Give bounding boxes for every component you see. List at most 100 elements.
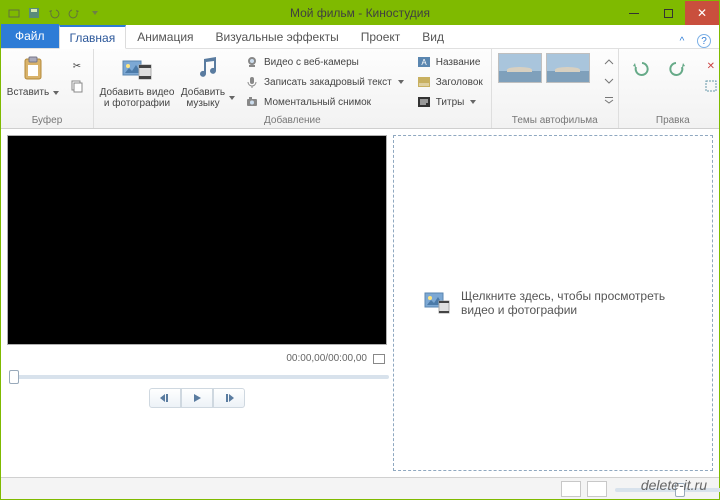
- caption-label: Заголовок: [436, 77, 483, 88]
- cut-button[interactable]: ✂: [65, 57, 89, 75]
- preview-pane: 00:00,00/00:00,00: [7, 135, 387, 471]
- select-all-button[interactable]: [699, 77, 720, 95]
- qat-undo-icon[interactable]: [45, 4, 63, 22]
- add-music-button[interactable]: Добавить музыку: [180, 51, 236, 109]
- group-label-edit: Правка: [623, 114, 720, 128]
- rotate-left-button[interactable]: [623, 51, 657, 85]
- qat-dropdown-icon[interactable]: [85, 4, 103, 22]
- view-timeline-button[interactable]: [587, 481, 607, 497]
- chevron-down-icon: [53, 91, 59, 95]
- webcam-button[interactable]: Видео с веб-камеры: [240, 53, 408, 71]
- collapse-ribbon-icon[interactable]: ^: [675, 34, 689, 48]
- copy-icon: [69, 78, 85, 94]
- titles-button[interactable]: Титры: [412, 93, 487, 111]
- fullscreen-icon[interactable]: [373, 354, 385, 364]
- theme-gallery[interactable]: [496, 51, 600, 85]
- tab-animation[interactable]: Анимация: [126, 24, 204, 48]
- clipboard-icon: [17, 53, 49, 85]
- webcam-label: Видео с веб-камеры: [264, 57, 359, 68]
- maximize-button[interactable]: [651, 1, 685, 25]
- select-all-icon: [703, 78, 719, 94]
- video-preview[interactable]: [7, 135, 387, 345]
- chevron-down-icon: [398, 80, 404, 84]
- time-display: 00:00,00/00:00,00: [286, 353, 367, 364]
- caption-icon: [416, 74, 432, 90]
- ribbon-group-buffer: Вставить ✂ Буфер: [1, 49, 94, 128]
- ribbon-group-edit: ✕ Правка: [619, 49, 720, 128]
- gallery-down-button[interactable]: [604, 72, 614, 90]
- gallery-more-button[interactable]: [604, 91, 614, 109]
- file-tab[interactable]: Файл: [1, 24, 59, 48]
- tab-view[interactable]: Вид: [411, 24, 455, 48]
- snapshot-label: Моментальный снимок: [264, 97, 371, 108]
- add-media-button[interactable]: Добавить видео и фотографии: [98, 51, 176, 109]
- ribbon-group-themes: Темы автофильма: [492, 49, 619, 128]
- prev-frame-button[interactable]: [149, 388, 181, 408]
- rotate-left-icon: [624, 53, 656, 85]
- paste-button[interactable]: Вставить: [5, 51, 61, 98]
- delete-icon: ✕: [703, 58, 719, 74]
- time-bar: 00:00,00/00:00,00: [7, 351, 387, 364]
- tab-home[interactable]: Главная: [59, 25, 127, 49]
- camera-icon: [244, 94, 260, 110]
- snapshot-button[interactable]: Моментальный снимок: [240, 93, 408, 111]
- add-music-label: Добавить музыку: [181, 87, 225, 109]
- tabrow-right: ^ ?: [675, 34, 719, 48]
- name-label: Название: [436, 57, 481, 68]
- group-label-themes: Темы автофильма: [496, 114, 614, 128]
- webcam-icon: [244, 54, 260, 70]
- copy-button[interactable]: [65, 77, 89, 95]
- music-note-icon: [192, 53, 224, 85]
- app-window: Мой фильм - Киностудия ✕ Файл Главная Ан…: [0, 0, 720, 500]
- window-controls: ✕: [617, 1, 719, 25]
- chevron-down-icon: [229, 96, 235, 100]
- title-icon: A: [416, 54, 432, 70]
- tab-project[interactable]: Проект: [350, 24, 412, 48]
- gallery-up-button[interactable]: [604, 53, 614, 71]
- group-label-buffer: Буфер: [5, 114, 89, 128]
- seek-slider[interactable]: [7, 370, 387, 382]
- theme-thumb[interactable]: [498, 53, 542, 83]
- rotate-right-icon: [662, 53, 694, 85]
- help-icon[interactable]: ?: [697, 34, 711, 48]
- status-bar: [1, 477, 719, 499]
- storyboard-pane[interactable]: Щелкните здесь, чтобы просмотреть видео …: [393, 135, 713, 471]
- title-bar: Мой фильм - Киностудия ✕: [1, 1, 719, 25]
- next-frame-button[interactable]: [213, 388, 245, 408]
- delete-button[interactable]: ✕: [699, 57, 720, 75]
- ribbon-tabs: Файл Главная Анимация Визуальные эффекты…: [1, 25, 719, 49]
- qat-open-icon[interactable]: [5, 4, 23, 22]
- voiceover-button[interactable]: Записать закадровый текст: [240, 73, 408, 91]
- playback-controls: [7, 388, 387, 408]
- ribbon-group-add: Добавить видео и фотографии Добавить муз…: [94, 49, 492, 128]
- qat-save-icon[interactable]: [25, 4, 43, 22]
- rotate-right-button[interactable]: [661, 51, 695, 85]
- svg-text:A: A: [421, 58, 427, 67]
- workspace: 00:00,00/00:00,00 Щелкните здесь, чтобы …: [1, 129, 719, 477]
- qat-redo-icon[interactable]: [65, 4, 83, 22]
- play-button[interactable]: [181, 388, 213, 408]
- voiceover-label: Записать закадровый текст: [264, 77, 392, 88]
- add-media-hint-icon: [423, 289, 451, 317]
- titles-label: Титры: [436, 97, 465, 108]
- add-media-icon: [121, 53, 153, 85]
- caption-button[interactable]: Заголовок: [412, 73, 487, 91]
- view-storyboard-button[interactable]: [561, 481, 581, 497]
- group-label-add: Добавление: [98, 114, 487, 128]
- paste-label: Вставить: [7, 87, 49, 98]
- storyboard-hint-text: Щелкните здесь, чтобы просмотреть видео …: [461, 289, 683, 317]
- credits-icon: [416, 94, 432, 110]
- zoom-slider[interactable]: [613, 483, 713, 495]
- minimize-button[interactable]: [617, 1, 651, 25]
- name-button[interactable]: A Название: [412, 53, 487, 71]
- tab-visual-effects[interactable]: Визуальные эффекты: [205, 24, 350, 48]
- storyboard-hint: Щелкните здесь, чтобы просмотреть видео …: [423, 289, 683, 317]
- close-button[interactable]: ✕: [685, 1, 719, 25]
- zoom-range-input[interactable]: [615, 488, 720, 492]
- theme-thumb[interactable]: [546, 53, 590, 83]
- microphone-icon: [244, 74, 260, 90]
- scissors-icon: ✂: [69, 58, 85, 74]
- seek-range-input[interactable]: [9, 375, 389, 379]
- ribbon: Вставить ✂ Буфер Добавить видео и фотогр…: [1, 49, 719, 129]
- add-media-label: Добавить видео и фотографии: [100, 87, 175, 109]
